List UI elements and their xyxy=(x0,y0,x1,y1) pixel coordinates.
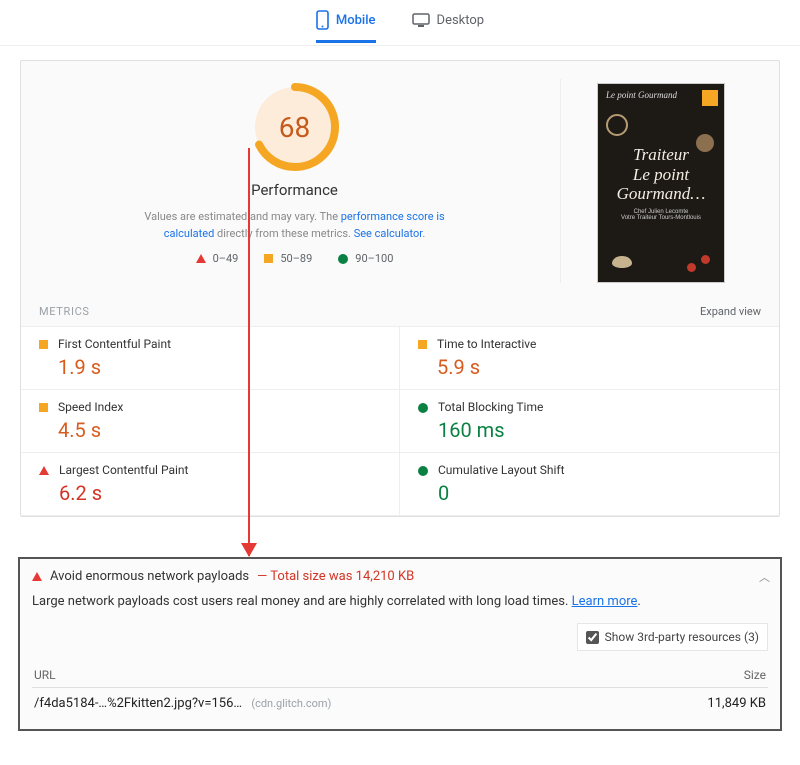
metric-value: 5.9 s xyxy=(437,355,536,379)
legend-high-label: 90–100 xyxy=(355,252,393,265)
legend-mid-label: 50–89 xyxy=(280,252,312,265)
metric-si[interactable]: Speed Index 4.5 s xyxy=(21,390,400,453)
metric-label: Time to Interactive xyxy=(437,337,536,351)
audit-total-text: Total size was 14,210 KB xyxy=(270,569,414,584)
thirdparty-toggle[interactable]: Show 3rd-party resources (3) xyxy=(577,623,768,651)
site-preview: Le point Gourmand Traiteur Le point Gour… xyxy=(597,83,725,283)
row-host: (cdn.glitch.com) xyxy=(251,697,331,710)
thirdparty-label: Show 3rd-party resources (3) xyxy=(605,630,759,644)
triangle-icon xyxy=(196,254,206,263)
metric-fcp[interactable]: First Contentful Paint 1.9 s xyxy=(21,327,400,390)
preview-brand: Le point Gourmand xyxy=(606,90,677,100)
metric-label: Largest Contentful Paint xyxy=(59,463,188,477)
spoon-icon xyxy=(612,256,632,268)
circle-icon xyxy=(338,254,348,264)
decor-icon xyxy=(606,114,628,136)
score-row: 68 Performance Values are estimated and … xyxy=(21,61,779,293)
desktop-icon xyxy=(412,13,430,28)
preview-subtitle: Chef Julien Lecomte Votre Traiteur Tours… xyxy=(621,209,701,221)
metric-label: Total Blocking Time xyxy=(438,400,543,414)
legend-low: 0–49 xyxy=(196,252,239,265)
metric-cls[interactable]: Cumulative Layout Shift 0 xyxy=(400,453,779,516)
metrics-header-row: METRICS Expand view xyxy=(21,293,779,326)
metrics-grid: First Contentful Paint 1.9 s Time to Int… xyxy=(21,326,779,516)
decor-icon xyxy=(701,255,710,264)
score-note-text-2: directly from these metrics. xyxy=(214,227,353,240)
audit-desc-after: . xyxy=(637,594,640,609)
audit-desc-text: Large network payloads cost users real m… xyxy=(32,594,572,609)
table-row[interactable]: /f4da5184-…%2Fkitten2.jpg?v=156… (cdn.gl… xyxy=(32,688,768,719)
audit-title: Avoid enormous network payloads xyxy=(50,569,249,584)
legend-high: 90–100 xyxy=(338,252,393,265)
tab-desktop-label: Desktop xyxy=(437,13,485,28)
metric-value: 4.5 s xyxy=(58,418,123,442)
preview-line-1: Traiteur xyxy=(617,145,706,165)
preview-line-2: Le point xyxy=(617,165,706,185)
decor-icon xyxy=(696,134,714,152)
metric-lcp[interactable]: Largest Contentful Paint 6.2 s xyxy=(21,453,400,516)
score-note-text-3: . xyxy=(422,227,425,240)
preview-section: Le point Gourmand Traiteur Le point Gour… xyxy=(561,79,761,283)
tab-desktop[interactable]: Desktop xyxy=(412,13,485,41)
link-see-calculator[interactable]: See calculator xyxy=(354,227,423,240)
score-value: 68 xyxy=(247,79,343,175)
metric-value: 6.2 s xyxy=(59,481,188,505)
audit-description: Large network payloads cost users real m… xyxy=(32,594,768,609)
legend-mid: 50–89 xyxy=(264,252,312,265)
col-size: Size xyxy=(744,668,766,682)
link-learn-more[interactable]: Learn more xyxy=(572,594,638,609)
audit-total: — Total size was 14,210 KB xyxy=(257,569,414,584)
preview-line-3: Gourmand… xyxy=(617,184,706,204)
audit-table-head: URL Size xyxy=(32,663,768,688)
preview-sub-2: Votre Traiteur Tours-Montlouis xyxy=(621,215,701,221)
device-tabs: Mobile Desktop xyxy=(0,0,800,46)
score-label: Performance xyxy=(39,181,550,199)
square-icon xyxy=(39,340,48,349)
col-url: URL xyxy=(34,668,56,682)
score-section: 68 Performance Values are estimated and … xyxy=(39,79,561,283)
decor-icon xyxy=(687,263,696,272)
thirdparty-checkbox[interactable] xyxy=(586,631,599,644)
circle-icon xyxy=(418,466,428,476)
metric-label: First Contentful Paint xyxy=(58,337,171,351)
square-icon xyxy=(39,403,48,412)
metric-value: 160 ms xyxy=(438,418,543,442)
preview-title: Traiteur Le point Gourmand… xyxy=(617,145,706,204)
audit-panel: Avoid enormous network payloads — Total … xyxy=(18,557,782,731)
hamburger-icon xyxy=(702,90,718,106)
metric-tbt[interactable]: Total Blocking Time 160 ms xyxy=(400,390,779,453)
mobile-icon xyxy=(316,10,329,30)
triangle-icon xyxy=(32,572,42,581)
audit-header[interactable]: Avoid enormous network payloads — Total … xyxy=(32,569,768,584)
tab-mobile[interactable]: Mobile xyxy=(316,10,376,43)
metric-value: 0 xyxy=(438,481,565,505)
audit-sep: — xyxy=(257,569,270,584)
tab-mobile-label: Mobile xyxy=(336,13,376,28)
metric-tti[interactable]: Time to Interactive 5.9 s xyxy=(400,327,779,390)
metric-value: 1.9 s xyxy=(58,355,171,379)
square-icon xyxy=(264,254,273,263)
row-size: 11,849 KB xyxy=(707,696,766,711)
score-note-text-1: Values are estimated and may vary. The xyxy=(144,210,340,223)
legend-low-label: 0–49 xyxy=(213,252,239,265)
square-icon xyxy=(418,340,427,349)
report-card: 68 Performance Values are estimated and … xyxy=(20,60,780,517)
metric-label: Cumulative Layout Shift xyxy=(438,463,565,477)
performance-gauge: 68 xyxy=(247,79,343,175)
triangle-icon xyxy=(39,466,49,475)
metric-label: Speed Index xyxy=(58,400,123,414)
metrics-heading: METRICS xyxy=(39,305,90,318)
chevron-up-icon[interactable]: ︿ xyxy=(759,569,770,585)
expand-view-toggle[interactable]: Expand view xyxy=(700,305,761,318)
score-legend: 0–49 50–89 90–100 xyxy=(39,252,550,265)
score-note: Values are estimated and may vary. The p… xyxy=(130,209,460,242)
circle-icon xyxy=(418,403,428,413)
row-url: /f4da5184-…%2Fkitten2.jpg?v=156… xyxy=(34,696,242,711)
